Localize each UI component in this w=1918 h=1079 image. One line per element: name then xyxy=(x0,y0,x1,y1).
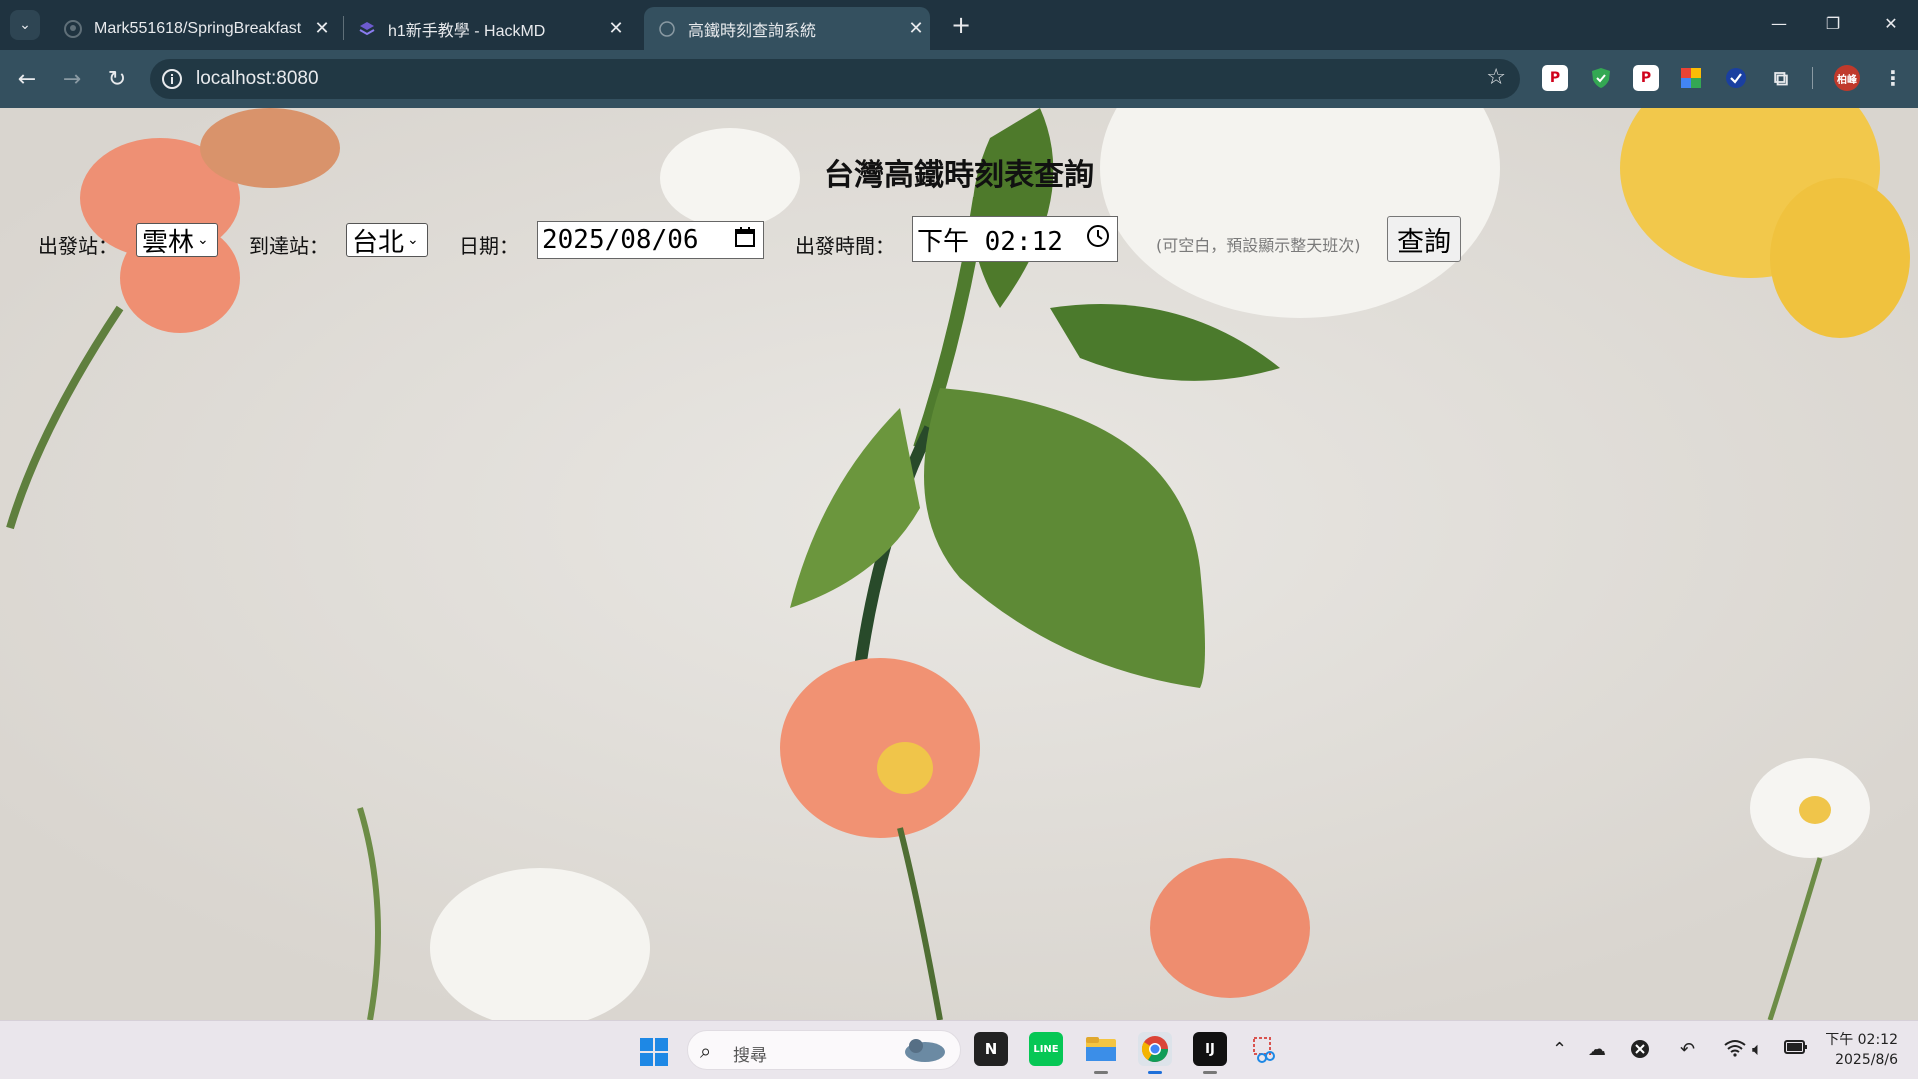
clock-date: 2025/8/6 xyxy=(1835,1052,1898,1068)
reload-icon: ↻ xyxy=(107,66,127,92)
hackmd-icon xyxy=(358,20,376,38)
tab-title: 高鐵時刻查詢系統 xyxy=(688,22,817,40)
tab-title: Mark551618/SpringBreakfast xyxy=(94,19,302,37)
snipping-tool-icon[interactable] xyxy=(1248,1032,1282,1066)
shield-icon[interactable] xyxy=(1588,65,1614,91)
clock-time: 下午 02:12 xyxy=(1825,1032,1898,1048)
volume-icon[interactable]: 🔈︎ xyxy=(1752,1039,1763,1060)
extensions-puzzle-icon[interactable]: ⧉ xyxy=(1768,65,1794,91)
github-icon xyxy=(64,19,82,38)
restore-icon: ❐ xyxy=(1825,13,1841,33)
arrival-select[interactable]: 台北 ⌄ xyxy=(346,223,428,258)
toolbar-divider xyxy=(1812,67,1813,89)
running-indicator xyxy=(1094,1071,1108,1074)
info-icon[interactable] xyxy=(160,67,184,91)
search-icon: ⌕ xyxy=(700,1039,712,1063)
chevron-down-icon: ⌄ xyxy=(197,232,209,248)
extension-p2-icon[interactable]: P xyxy=(1633,65,1659,91)
back-button[interactable]: ← xyxy=(11,63,43,95)
line-app-icon[interactable]: LINE xyxy=(1029,1032,1063,1066)
clock-icon[interactable] xyxy=(1085,223,1111,256)
undo-icon[interactable]: ↶ xyxy=(1680,1039,1695,1060)
tab-thsr-query[interactable]: 高鐵時刻查詢系統 ✕ xyxy=(644,7,930,50)
tab-title: h1新手教學 - HackMD xyxy=(388,22,546,40)
date-value: 2025/08/06 xyxy=(542,225,699,255)
running-indicator xyxy=(1203,1071,1217,1074)
color-palette-icon[interactable] xyxy=(1678,65,1704,91)
search-highlight-icon xyxy=(900,1036,950,1070)
wifi-icon[interactable] xyxy=(1724,1039,1746,1062)
close-icon[interactable]: ✕ xyxy=(902,18,930,39)
time-value: 下午 02:12 xyxy=(917,226,1063,257)
close-icon[interactable]: ✕ xyxy=(308,18,336,39)
arrival-label: 到達站： xyxy=(249,234,329,258)
time-hint: (可空白，預設顯示整天班次) xyxy=(1156,236,1361,255)
chevron-down-icon: ⌄ xyxy=(19,17,31,33)
page-content: 台灣高鐵時刻表查詢 出發站： 雲林 ⌄ 到達站： 台北 ⌄ 日期： 2025/0… xyxy=(0,108,1918,1020)
arrival-value: 台北 xyxy=(352,227,405,258)
tab-strip: ⌄ Mark551618/SpringBreakfast ✕ h1新手教學 - … xyxy=(0,0,1918,50)
browser-toolbar: ← → ↻ localhost:8080 ☆ P P ⧉ 柏峰 ⋮ xyxy=(0,50,1918,108)
intellij-app-icon[interactable]: IJ xyxy=(1193,1032,1227,1066)
system-clock[interactable]: 下午 02:12 2025/8/6 xyxy=(1825,1030,1898,1070)
page-title: 台灣高鐵時刻表查詢 xyxy=(824,158,1094,193)
reload-button[interactable]: ↻ xyxy=(101,63,133,95)
active-indicator xyxy=(1148,1071,1162,1074)
profile-avatar[interactable]: 柏峰 xyxy=(1834,65,1860,91)
windows-taskbar: ⌕ 搜尋 N LINE IJ ⌃ ☁ ↶ 🔈︎ 下午 02:12 2025/8/… xyxy=(0,1020,1918,1079)
extension-p-icon[interactable]: P xyxy=(1542,65,1568,91)
tab-hackmd[interactable]: h1新手教學 - HackMD ✕ xyxy=(344,7,630,50)
query-button[interactable]: 查詢 xyxy=(1387,216,1461,262)
time-input[interactable]: 下午 02:12 xyxy=(912,216,1118,262)
more-menu-icon[interactable]: ⋮ xyxy=(1880,65,1906,91)
arrow-right-icon: → xyxy=(62,66,82,92)
departure-select[interactable]: 雲林 ⌄ xyxy=(136,223,218,258)
tab-search-button[interactable]: ⌄ xyxy=(10,10,40,40)
windows-start-icon[interactable] xyxy=(639,1037,669,1067)
close-icon[interactable]: ✕ xyxy=(602,18,630,39)
address-bar[interactable]: localhost:8080 ☆ xyxy=(150,59,1520,99)
close-icon: ✕ xyxy=(1884,13,1898,33)
chevron-up-icon[interactable]: ⌃ xyxy=(1552,1039,1567,1060)
chrome-app-icon[interactable] xyxy=(1138,1032,1172,1066)
checkmark-icon[interactable] xyxy=(1723,65,1749,91)
minimize-button[interactable]: — xyxy=(1752,0,1806,46)
url-text[interactable]: localhost:8080 xyxy=(196,68,319,90)
search-placeholder: 搜尋 xyxy=(733,1046,767,1066)
notion-app-icon[interactable]: N xyxy=(974,1032,1008,1066)
tab-springbreakfast[interactable]: Mark551618/SpringBreakfast ✕ xyxy=(50,7,336,50)
restore-button[interactable]: ❐ xyxy=(1806,0,1860,46)
taskbar-search[interactable]: ⌕ 搜尋 xyxy=(687,1030,961,1070)
file-explorer-icon[interactable] xyxy=(1084,1032,1118,1066)
window-close-button[interactable]: ✕ xyxy=(1864,0,1918,46)
onedrive-icon[interactable]: ☁ xyxy=(1588,1039,1606,1060)
plus-icon: + xyxy=(950,11,972,39)
calendar-icon[interactable] xyxy=(733,225,757,256)
date-label: 日期： xyxy=(459,234,519,258)
departure-value: 雲林 xyxy=(142,227,195,258)
globe-icon xyxy=(658,20,676,38)
time-label: 出發時間： xyxy=(795,234,895,258)
star-icon[interactable]: ☆ xyxy=(1486,65,1506,90)
close-circle-icon[interactable] xyxy=(1630,1039,1650,1064)
minimize-icon: — xyxy=(1771,13,1787,33)
battery-icon[interactable] xyxy=(1784,1039,1808,1060)
chevron-down-icon: ⌄ xyxy=(407,232,419,248)
date-input[interactable]: 2025/08/06 xyxy=(537,221,764,259)
departure-label: 出發站： xyxy=(38,234,118,258)
profile-label: 柏峰 xyxy=(1837,74,1857,86)
arrow-left-icon: ← xyxy=(17,66,37,92)
new-tab-button[interactable]: + xyxy=(946,10,976,40)
forward-button[interactable]: → xyxy=(56,63,88,95)
